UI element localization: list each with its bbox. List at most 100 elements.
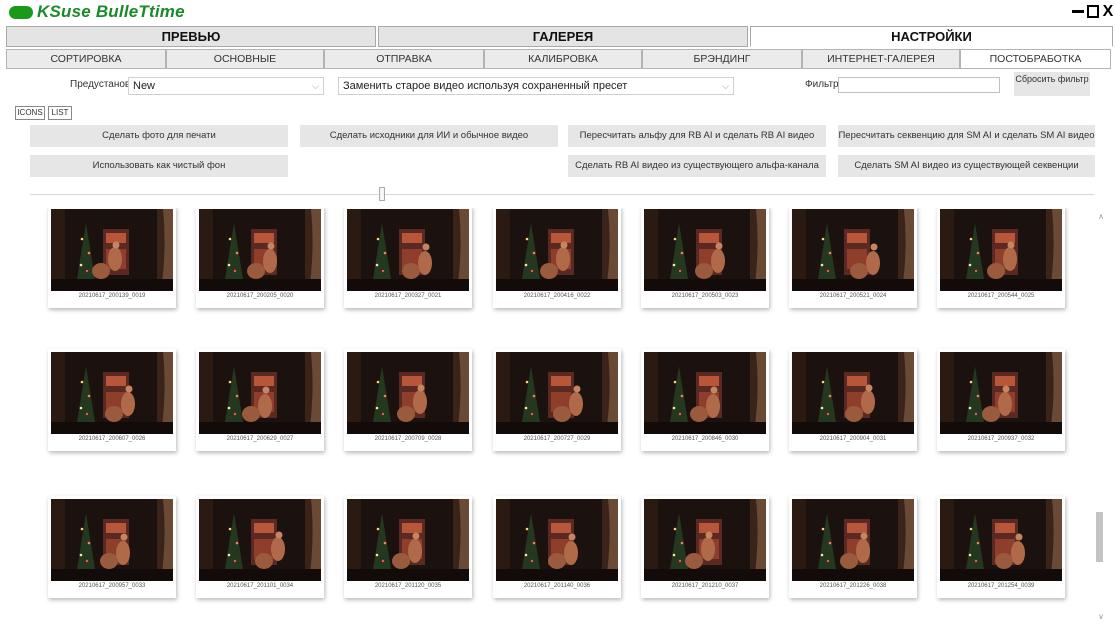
gallery-thumbnail[interactable]: 20210617_201140_0036 [493, 496, 621, 598]
gallery-thumbnail[interactable]: 20210617_200727_0029 [493, 349, 621, 451]
thumbnail-caption: 20210617_201226_0038 [819, 583, 887, 589]
app-title: KSuse BulleTtime [37, 2, 185, 21]
photo-thumbnail-image [51, 209, 173, 291]
gallery-thumbnail[interactable]: 20210617_200544_0025 [937, 208, 1065, 308]
scroll-down-icon[interactable]: ∨ [1096, 612, 1106, 622]
photo-thumbnail-image [940, 209, 1062, 291]
preset-mode-value: Заменить старое видео используя сохранен… [343, 80, 628, 92]
photo-thumbnail-image [199, 352, 321, 434]
tab-gallery[interactable]: ГАЛЕРЕЯ [378, 26, 748, 47]
preset-mode-select[interactable]: Заменить старое видео используя сохранен… [338, 77, 734, 95]
thumbnail-caption: 20210617_201101_0034 [226, 583, 294, 589]
gallery-thumbnail[interactable]: 20210617_201210_0037 [641, 496, 769, 598]
photo-thumbnail-image [347, 499, 469, 581]
minimize-icon[interactable] [1070, 3, 1086, 20]
gallery-thumbnail[interactable]: 20210617_200846_0030 [641, 349, 769, 451]
gallery-thumbnail[interactable]: 20210617_200521_0024 [789, 208, 917, 308]
tab-internet-gallery[interactable]: ИНТЕРНЕТ-ГАЛЕРЕЯ [802, 49, 960, 69]
tab-branding[interactable]: БРЭНДИНГ [642, 49, 802, 69]
main-tabs: ПРЕВЬЮ ГАЛЕРЕЯ НАСТРОЙКИ [6, 26, 1115, 47]
gallery-thumbnail[interactable]: 20210617_201254_0039 [937, 496, 1065, 598]
thumbnail-caption: 20210617_200957_0033 [78, 583, 146, 589]
scrollbar-thumb[interactable] [1096, 512, 1103, 562]
ai-sources-button[interactable]: Сделать исходники для ИИ и обычное видео [300, 125, 558, 147]
photo-thumbnail-image [792, 499, 914, 581]
thumbnail-caption: 20210617_201120_0035 [374, 583, 442, 589]
thumbnail-caption: 20210617_200416_0022 [523, 293, 591, 299]
sm-from-sequence-button[interactable]: Сделать SM AI видео из существующей секв… [838, 155, 1095, 177]
thumbnail-caption: 20210617_201254_0039 [967, 583, 1035, 589]
app-window: KSuse BulleTtime X ПРЕВЬЮ ГАЛЕРЕЯ НАСТРО… [0, 0, 1115, 628]
gallery-thumbnail[interactable]: 20210617_200416_0022 [493, 208, 621, 308]
thumbnail-caption: 20210617_200904_0031 [819, 436, 887, 442]
title-bar: KSuse BulleTtime X [0, 0, 1115, 24]
photo-thumbnail-image [496, 209, 618, 291]
photo-thumbnail-image [644, 499, 766, 581]
thumbnail-caption: 20210617_200503_0023 [671, 293, 739, 299]
thumbnail-caption: 20210617_200607_0026 [78, 436, 146, 442]
gallery-thumbnail[interactable]: 20210617_200629_0027 [196, 349, 324, 451]
close-icon[interactable]: X [1100, 3, 1115, 20]
recalc-sequence-button[interactable]: Пересчитать секвенцию для SM AI и сделат… [838, 125, 1095, 147]
photo-thumbnail-image [51, 352, 173, 434]
preset-value: New [133, 80, 156, 92]
photo-thumbnail-image [199, 499, 321, 581]
tab-preview[interactable]: ПРЕВЬЮ [6, 26, 376, 47]
photo-thumbnail-image [51, 499, 173, 581]
gallery-thumbnail[interactable]: 20210617_201101_0034 [196, 496, 324, 598]
thumbnail-caption: 20210617_200521_0024 [819, 293, 887, 299]
gallery-thumbnail[interactable]: 20210617_200709_0028 [344, 349, 472, 451]
thumbnail-caption: 20210617_200846_0030 [671, 436, 739, 442]
thumbnail-caption: 20210617_200727_0029 [523, 436, 591, 442]
gallery-thumbnail[interactable]: 20210617_200205_0020 [196, 208, 324, 308]
filter-label: Фильтр [805, 79, 839, 90]
gallery-thumbnail[interactable]: 20210617_200904_0031 [789, 349, 917, 451]
app-logo-icon [9, 6, 33, 19]
chevron-down-icon: ⌵ [722, 81, 729, 91]
slider-handle[interactable] [379, 187, 385, 201]
gallery-thumbnail[interactable]: 20210617_200607_0026 [48, 349, 176, 451]
photo-thumbnail-image [792, 352, 914, 434]
thumbnail-caption: 20210617_200139_0019 [78, 293, 146, 299]
photo-thumbnail-image [199, 209, 321, 291]
gallery-thumbnail[interactable]: 20210617_200327_0021 [344, 208, 472, 308]
tab-calibration[interactable]: КАЛИБРОВКА [484, 49, 642, 69]
tab-basic[interactable]: ОСНОВНЫЕ [166, 49, 324, 69]
gallery-thumbnail[interactable]: 20210617_200139_0019 [48, 208, 176, 308]
gallery-thumbnail[interactable]: 20210617_201120_0035 [344, 496, 472, 598]
image-gallery: 20210617_200139_0019 20210617_200205_0020… [30, 208, 1090, 628]
thumbnail-caption: 20210617_200937_0032 [967, 436, 1035, 442]
preset-select[interactable]: New ⌵ [128, 77, 324, 95]
thumbnail-caption: 20210617_201210_0037 [671, 583, 739, 589]
settings-sub-tabs: СОРТИРОВКА ОСНОВНЫЕ ОТПРАВКА КАЛИБРОВКА … [6, 49, 1115, 69]
thumbnail-size-slider[interactable] [30, 194, 1094, 195]
photo-thumbnail-image [940, 352, 1062, 434]
photo-thumbnail-image [347, 209, 469, 291]
filter-input[interactable] [838, 77, 1000, 93]
view-list-button[interactable]: LIST [48, 106, 72, 120]
tab-settings[interactable]: НАСТРОЙКИ [750, 26, 1113, 47]
gallery-thumbnail[interactable]: 20210617_200957_0033 [48, 496, 176, 598]
clean-background-button[interactable]: Использовать как чистый фон [30, 155, 288, 177]
recalc-alpha-button[interactable]: Пересчитать альфу для RB AI и сделать RB… [568, 125, 826, 147]
maximize-icon[interactable] [1085, 3, 1101, 20]
view-icons-button[interactable]: ICONS [15, 106, 45, 120]
gallery-thumbnail[interactable]: 20210617_200937_0032 [937, 349, 1065, 451]
photo-thumbnail-image [347, 352, 469, 434]
thumbnail-caption: 20210617_200544_0025 [967, 293, 1035, 299]
reset-filter-button[interactable]: Сбросить фильтр [1014, 72, 1090, 96]
photo-thumbnail-image [496, 352, 618, 434]
thumbnail-caption: 20210617_200709_0028 [374, 436, 442, 442]
tab-sending[interactable]: ОТПРАВКА [324, 49, 484, 69]
print-photo-button[interactable]: Сделать фото для печати [30, 125, 288, 147]
tab-sorting[interactable]: СОРТИРОВКА [6, 49, 166, 69]
gallery-thumbnail[interactable]: 20210617_200503_0023 [641, 208, 769, 308]
rb-from-alpha-button[interactable]: Сделать RB AI видео из существующего аль… [568, 155, 826, 177]
tab-postprocessing[interactable]: ПОСТОБРАБОТКА [960, 49, 1111, 69]
thumbnail-caption: 20210617_201140_0036 [523, 583, 591, 589]
gallery-thumbnail[interactable]: 20210617_201226_0038 [789, 496, 917, 598]
photo-thumbnail-image [644, 352, 766, 434]
photo-thumbnail-image [940, 499, 1062, 581]
scroll-up-icon[interactable]: ∧ [1096, 212, 1106, 222]
thumbnail-caption: 20210617_200629_0027 [226, 436, 294, 442]
